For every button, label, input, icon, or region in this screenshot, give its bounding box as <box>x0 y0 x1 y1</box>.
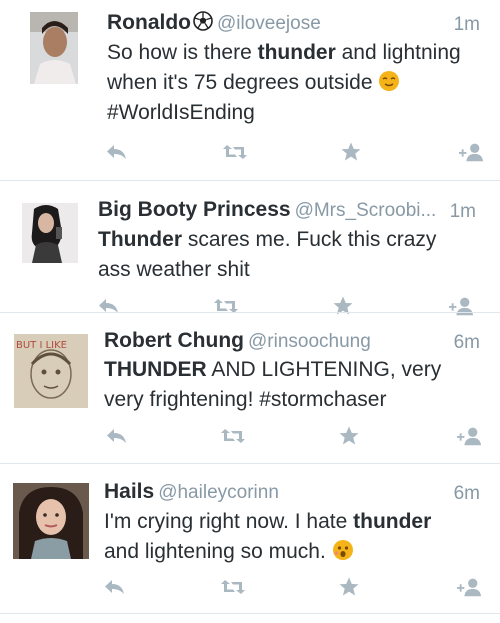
smiling-face-icon <box>378 71 400 94</box>
avatar[interactable]: BUT I LIKE <box>14 334 88 408</box>
retweet-icon <box>223 145 247 159</box>
user-name[interactable]: Big Booty Princess <box>98 198 291 221</box>
user-name[interactable]: Hails <box>104 480 154 503</box>
tweet-line: So how is there thunder and lightning <box>107 41 461 64</box>
tweet-item[interactable]: Ronaldo @iloveejose 1m So how is there th… <box>0 0 500 178</box>
reply-button[interactable] <box>102 575 128 599</box>
tweet-line[interactable]: #WorldIsEnding <box>107 98 477 128</box>
favorite-icon <box>341 142 361 161</box>
reply-button[interactable] <box>104 424 130 448</box>
avatar[interactable] <box>16 199 82 275</box>
tweet-text: So how is there thunder and lightning wh… <box>107 38 477 128</box>
tweet-text: Thunder scares me. Fuck this crazy ass w… <box>98 225 468 285</box>
retweet-button[interactable] <box>220 575 246 599</box>
user-handle[interactable]: @rinsoochung <box>248 331 371 352</box>
tweet-header: Ronaldo @iloveejose <box>107 11 321 36</box>
tweet-actions <box>0 575 500 599</box>
favorite-icon <box>339 577 359 596</box>
follow-icon <box>458 143 484 162</box>
user-name[interactable]: Ronaldo <box>107 11 191 34</box>
retweet-button[interactable] <box>220 424 246 448</box>
user-handle[interactable]: @iloveejose <box>217 13 321 34</box>
tweet-line: very frightening! #stormchaser <box>104 388 387 411</box>
user-handle[interactable]: @haileycorinn <box>158 482 279 503</box>
favorite-button[interactable] <box>336 575 362 599</box>
tweet-header: Hails @haileycorinn <box>104 480 279 505</box>
retweet-button[interactable] <box>222 140 248 164</box>
retweet-icon <box>221 429 245 443</box>
avatar[interactable] <box>13 483 89 559</box>
timestamp: 6m <box>453 483 480 504</box>
reply-icon <box>107 145 126 159</box>
tweet-line: I'm crying right now. I hate thunder <box>104 510 432 533</box>
user-name[interactable]: Robert Chung <box>104 329 244 352</box>
timestamp: 6m <box>453 332 480 353</box>
soccer-ball-icon <box>191 11 213 34</box>
reply-button[interactable] <box>104 140 130 164</box>
follow-button[interactable] <box>456 424 482 448</box>
follow-button[interactable] <box>456 575 482 599</box>
tweet-item[interactable]: BUT I LIKE Robert Chung @rinsoochung 6m T… <box>0 313 500 463</box>
tweet-text: I'm crying right now. I hate thunder and… <box>104 507 474 567</box>
avatar-text: BUT I LIKE <box>16 340 67 351</box>
tweet-line: Thunder scares me. Fuck this crazy <box>98 228 437 251</box>
follow-icon <box>456 427 482 446</box>
tweet-line: and lightening so much. <box>104 537 474 567</box>
tweet-item[interactable]: Hails @haileycorinn 6m I'm crying right n… <box>0 464 500 623</box>
tweet-line: THUNDER AND LIGHTENING, very <box>104 358 442 381</box>
tweet-item[interactable]: Big Booty Princess @Mrs_Scroobi... 1m Thu… <box>0 181 500 316</box>
divider <box>0 613 500 614</box>
tweet-text: THUNDER AND LIGHTENING, very very fright… <box>104 355 474 415</box>
retweet-icon <box>221 580 245 594</box>
favorite-button[interactable] <box>336 424 362 448</box>
avatar[interactable] <box>30 12 78 84</box>
user-handle[interactable]: @Mrs_Scroobi... <box>295 200 437 221</box>
reply-icon <box>105 580 124 594</box>
tweet-actions <box>0 140 500 164</box>
follow-button[interactable] <box>458 140 484 164</box>
favorite-icon <box>339 426 359 445</box>
tweet-line: when it's 75 degrees outside <box>107 68 477 98</box>
favorite-button[interactable] <box>338 140 364 164</box>
tweet-header: Robert Chung @rinsoochung <box>104 329 371 354</box>
tweet-line: ass weather shit <box>98 258 250 281</box>
scared-face-icon <box>332 540 354 563</box>
tweet-actions <box>0 424 500 448</box>
tweet-header: Big Booty Princess @Mrs_Scroobi... <box>98 198 436 223</box>
reply-icon <box>107 429 126 443</box>
timestamp: 1m <box>453 14 480 35</box>
follow-icon <box>456 578 482 597</box>
timestamp: 1m <box>449 201 476 222</box>
